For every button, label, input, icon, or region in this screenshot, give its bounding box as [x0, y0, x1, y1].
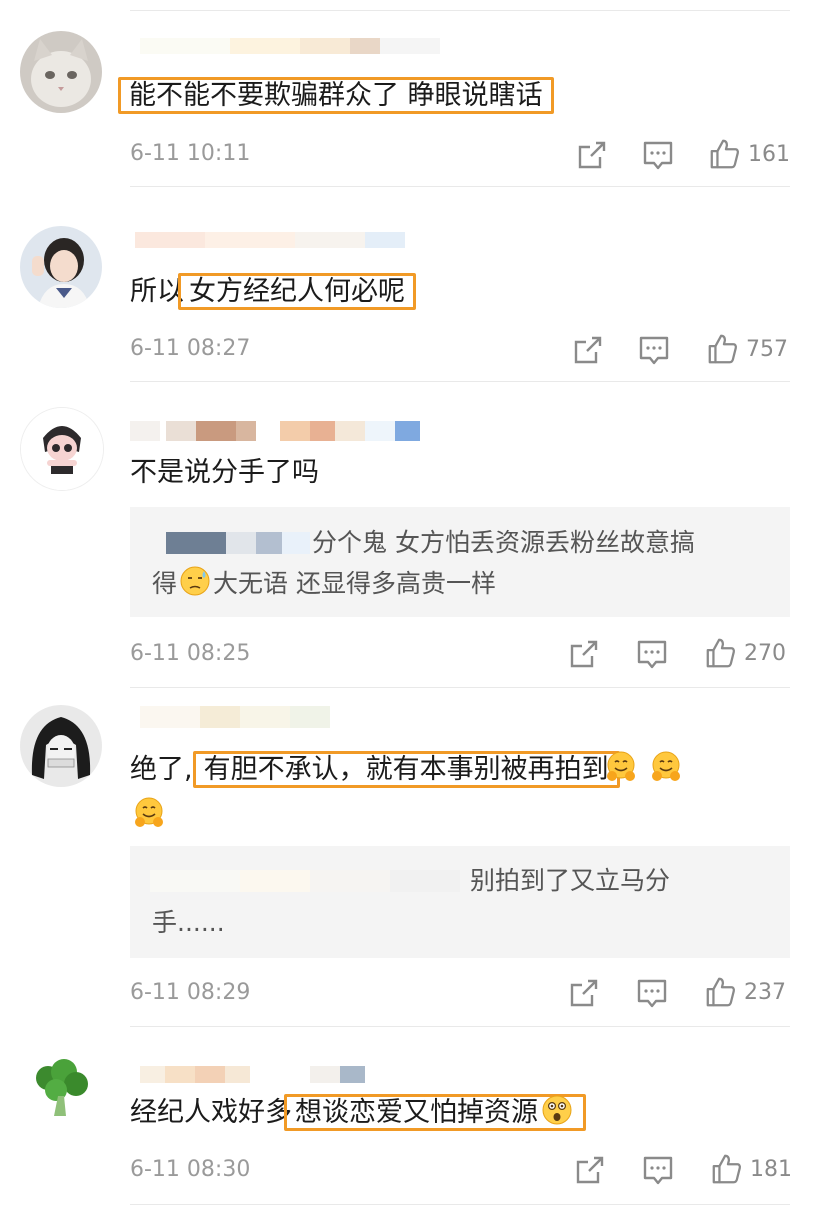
comment-icon[interactable] [636, 332, 672, 368]
comment-icon[interactable] [640, 1152, 676, 1188]
comment-time: 6-11 10:11 [130, 141, 251, 166]
comment-time: 6-11 08:27 [130, 336, 251, 361]
comment-text: 经纪人戏好多 想谈恋爱又怕掉资源 [130, 1093, 586, 1133]
comment-text: 所以 女方经纪人何必呢 [130, 272, 416, 312]
reply-username-blurred [226, 532, 256, 554]
like-count: 181 [750, 1157, 792, 1182]
highlight-box: 女方经纪人何必呢 [178, 273, 416, 310]
comment-actions: 757 [560, 332, 800, 368]
share-icon[interactable] [570, 332, 606, 368]
hugging-face-emoji [604, 750, 638, 784]
sweat-face-emoji [178, 564, 212, 598]
reply-username-blurred [390, 870, 460, 892]
divider [130, 10, 790, 11]
username-blurred [130, 38, 440, 54]
username-blurred [130, 232, 430, 248]
comment-text: 绝了, 有胆不承认，就有本事别被再拍到 [130, 750, 684, 790]
comment-time: 6-11 08:30 [130, 1157, 251, 1182]
thumbs-up-icon [710, 1152, 744, 1186]
reply-box[interactable]: 分个鬼 女方怕丢资源丢粉丝故意搞 得大无语 还显得多高贵一样 [130, 507, 790, 617]
reply-username-blurred [282, 532, 310, 554]
comment-actions: 181 [560, 1152, 800, 1188]
comment-icon[interactable] [634, 636, 670, 672]
like-button[interactable]: 270 [704, 636, 786, 672]
username-blurred [130, 1066, 430, 1083]
like-button[interactable]: 181 [710, 1152, 792, 1188]
thumbs-up-icon [704, 975, 738, 1009]
like-count: 757 [746, 337, 788, 362]
reply-text: 分个鬼 女方怕丢资源丢粉丝故意搞 [312, 528, 695, 557]
hugging-face-emoji [132, 796, 166, 830]
reply-username-blurred [166, 532, 226, 554]
reply-username-blurred [256, 532, 282, 554]
comment-icon[interactable] [640, 137, 676, 173]
hugging-face-emoji [649, 750, 683, 784]
reply-username-blurred [150, 870, 240, 892]
like-count: 237 [744, 980, 786, 1005]
divider [130, 381, 790, 382]
comment-icon[interactable] [634, 975, 670, 1011]
thumbs-up-icon [704, 636, 738, 670]
avatar[interactable] [20, 1046, 102, 1128]
like-count: 161 [748, 142, 790, 167]
thumbs-up-icon [708, 137, 742, 171]
username-blurred [130, 706, 430, 728]
thumbs-up-icon [706, 332, 740, 366]
reply-text: 得大无语 还显得多高贵一样 [152, 563, 496, 605]
avatar[interactable] [20, 226, 102, 308]
like-button[interactable]: 161 [708, 137, 790, 173]
divider [130, 1204, 790, 1205]
avatar[interactable] [20, 407, 104, 491]
reply-username-blurred [240, 870, 310, 892]
divider [130, 1026, 790, 1027]
share-icon[interactable] [566, 636, 602, 672]
share-icon[interactable] [566, 975, 602, 1011]
highlight-box: 有胆不承认，就有本事别被再拍到 [192, 751, 620, 788]
share-icon[interactable] [574, 137, 610, 173]
reply-box[interactable]: 别拍到了又立马分 手...... [130, 846, 790, 958]
avatar[interactable] [20, 705, 102, 787]
highlight-box: 想谈恋爱又怕掉资源 [284, 1094, 586, 1131]
like-button[interactable]: 237 [704, 975, 786, 1011]
share-icon[interactable] [572, 1152, 608, 1188]
like-button[interactable]: 757 [706, 332, 788, 368]
like-count: 270 [744, 641, 786, 666]
astonished-face-emoji [540, 1093, 574, 1127]
reply-text: 别拍到了又立马分 [470, 866, 671, 895]
reply-text: 手...... [152, 908, 225, 937]
comment-actions: 270 [560, 636, 800, 672]
highlight-box: 能不能不要欺骗群众了 睁眼说瞎话 [118, 77, 554, 114]
comment-time: 6-11 08:29 [130, 980, 251, 1005]
comment-text [130, 796, 167, 836]
comment-actions: 161 [560, 137, 800, 173]
avatar[interactable] [20, 31, 102, 113]
comment-actions: 237 [560, 975, 800, 1011]
divider [130, 687, 790, 688]
comment-text: 能不能不要欺骗群众了 睁眼说瞎话 [118, 76, 554, 116]
username-blurred [130, 421, 430, 441]
reply-username-blurred [310, 870, 390, 892]
comment-time: 6-11 08:25 [130, 641, 251, 666]
divider [130, 186, 790, 187]
comment-text: 不是说分手了吗 [130, 457, 319, 488]
